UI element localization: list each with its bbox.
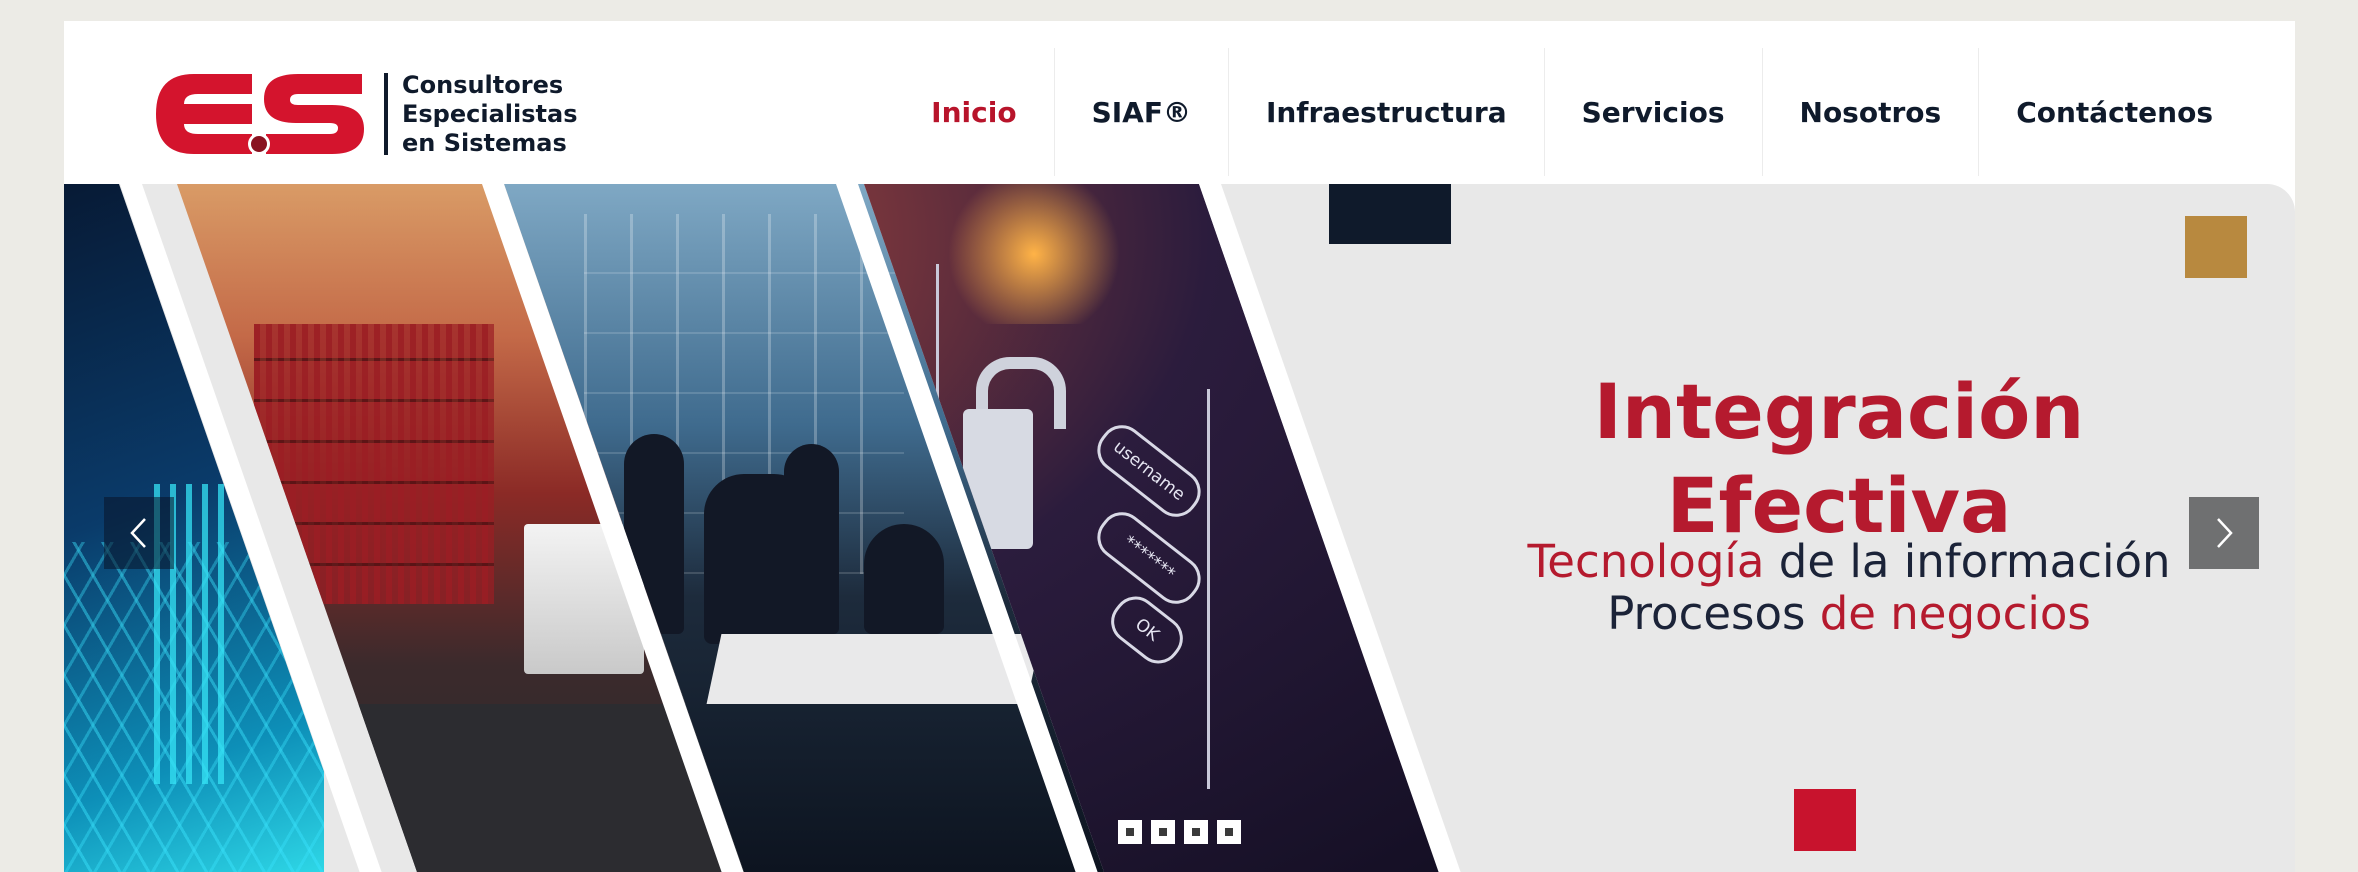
nav-item-servicios[interactable]: Servicios [1543, 48, 1762, 176]
light-glow [934, 184, 1134, 324]
slider-prev-button[interactable] [104, 497, 174, 569]
slider-dot-2[interactable] [1151, 820, 1175, 844]
slider-dot-3[interactable] [1184, 820, 1208, 844]
slider-dot-1[interactable] [1118, 820, 1142, 844]
logo-divider [384, 73, 388, 155]
nav-item-nosotros[interactable]: Nosotros [1761, 48, 1979, 176]
hero-sub-procesos: Procesos [1607, 587, 1820, 640]
nav-item-inicio[interactable]: Inicio [894, 48, 1054, 206]
chevron-left-icon [130, 518, 146, 548]
logo-line-2: Especialistas [402, 99, 578, 128]
site-header: Consultores Especialistas en Sistemas In… [64, 21, 2295, 206]
decor-square-red [1794, 789, 1856, 851]
password-field-graphic: ******* [1088, 503, 1210, 613]
hero-slider: username ******* OK Integración Efectiva… [64, 184, 2295, 872]
hero-subheadline: Tecnología de la información Procesos de… [1349, 536, 2295, 640]
logo-mark [156, 74, 364, 155]
nav-item-infraestructura[interactable]: Infraestructura [1227, 48, 1544, 176]
frame-line [1206, 389, 1210, 789]
hero-sub-negocios: de negocios [1819, 587, 2091, 640]
decor-square-gold [2185, 216, 2247, 278]
username-field-graphic: username [1088, 416, 1210, 526]
hero-headline: Integración Efectiva [1409, 365, 2269, 553]
nav-item-siaf[interactable]: SIAF® [1053, 48, 1228, 176]
slider-next-button[interactable] [2189, 497, 2259, 569]
meeting-table-graphic [706, 634, 1042, 704]
person-figure [864, 524, 944, 634]
nav-item-contactenos[interactable]: Contáctenos [1978, 48, 2250, 176]
slider-pagination [1118, 820, 1241, 844]
slider-dot-4[interactable] [1217, 820, 1241, 844]
person-figure [784, 444, 839, 634]
shipping-containers-graphic [254, 324, 494, 604]
decor-square-navy [1329, 184, 1451, 244]
chevron-right-icon [2217, 518, 2233, 548]
company-logo[interactable]: Consultores Especialistas en Sistemas [148, 59, 577, 169]
hero-sub-informacion: de la información [1764, 535, 2171, 588]
hero-title-line-1: Integración [1593, 366, 2085, 456]
logo-line-1: Consultores [402, 70, 564, 99]
hero-sub-tecnologia: Tecnología [1527, 535, 1765, 588]
logo-wordmark: Consultores Especialistas en Sistemas [402, 71, 577, 158]
main-nav: Inicio SIAF® Infraestructura Servicios N… [894, 48, 2250, 206]
page: Consultores Especialistas en Sistemas In… [64, 21, 2295, 872]
logo-line-3: en Sistemas [402, 128, 567, 157]
